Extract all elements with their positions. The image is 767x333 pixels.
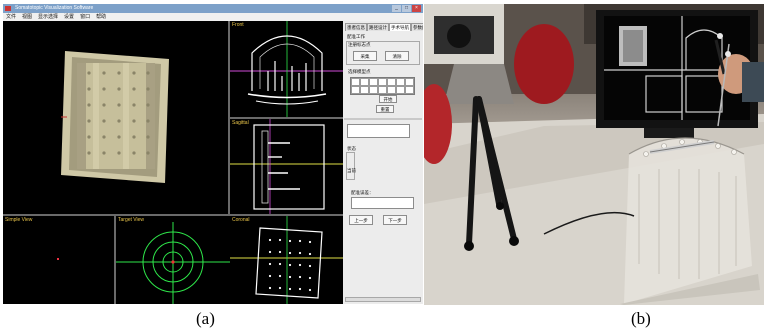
- tab-patient-info[interactable]: 患者信息: [345, 23, 367, 31]
- status-bar: [345, 297, 421, 302]
- lab-photo: [424, 4, 764, 305]
- view-label: Sagittal: [232, 120, 249, 126]
- tab-path-design[interactable]: 路径设计: [367, 23, 389, 31]
- coronal-view[interactable]: Coronal: [230, 216, 343, 304]
- prev-button[interactable]: 上一步: [349, 215, 373, 225]
- window-controls: _ □ ×: [392, 5, 421, 12]
- simple-view-render: [57, 258, 59, 260]
- app-icon: [5, 6, 11, 11]
- tab-surgical-navigation[interactable]: 手术导航: [389, 23, 411, 31]
- view-label: Target View: [118, 217, 145, 223]
- error-label: 配准误差：: [351, 190, 374, 195]
- photo-scene: [424, 4, 764, 305]
- tab-bar: 患者信息 路径设计 手术导航 参数配置: [345, 23, 423, 31]
- model-3d-view[interactable]: [3, 21, 228, 214]
- sagittal-view-render: [230, 119, 343, 214]
- control-panel: 患者信息 路径设计 手术导航 参数配置 配准工作 注册标志点 采集 清除 选择模…: [343, 21, 423, 304]
- group-label: 选择模型点: [348, 69, 371, 74]
- section-title: 配准工作: [347, 34, 365, 39]
- clear-button[interactable]: 清除: [385, 51, 409, 61]
- target-view[interactable]: Target View: [116, 216, 230, 304]
- caption-b: (b): [631, 309, 651, 328]
- error-field[interactable]: [351, 197, 414, 209]
- maximize-icon[interactable]: □: [402, 5, 411, 12]
- group-label: 注册标志点: [348, 42, 371, 47]
- reset-button[interactable]: 重置: [376, 105, 394, 113]
- current-label: 当前: [347, 168, 356, 173]
- close-icon[interactable]: ×: [412, 5, 421, 12]
- view-label: Front: [232, 22, 244, 28]
- status-indicator: [346, 152, 355, 180]
- view-label: Coronal: [232, 217, 250, 223]
- view-label: Simple View: [5, 217, 33, 223]
- window-titlebar: Somatotopic Visualization Software _ □ ×: [3, 4, 423, 13]
- tab-parameters[interactable]: 参数配置: [411, 23, 423, 31]
- panel-divider: [344, 118, 422, 120]
- sagittal-view[interactable]: Sagittal: [230, 119, 343, 214]
- menu-display[interactable]: 显示选择: [38, 13, 58, 21]
- status-display: [347, 124, 410, 138]
- acquire-button[interactable]: 采集: [353, 51, 377, 61]
- coronal-view-render: [230, 216, 343, 304]
- crosshair-icon: [116, 222, 230, 304]
- window-title: Somatotopic Visualization Software: [15, 5, 94, 11]
- menu-bar: 文件 视图 显示选择 设置 窗口 帮助: [3, 13, 423, 21]
- minimize-icon[interactable]: _: [392, 5, 401, 12]
- menu-window[interactable]: 窗口: [80, 13, 90, 21]
- menu-help[interactable]: 帮助: [96, 13, 106, 21]
- model-3d-render: [61, 51, 169, 183]
- menu-settings[interactable]: 设置: [64, 13, 74, 21]
- next-button[interactable]: 下一步: [383, 215, 407, 225]
- menu-view[interactable]: 视图: [22, 13, 32, 21]
- start-button[interactable]: 开始: [379, 95, 397, 103]
- caption-a: (a): [196, 309, 215, 328]
- front-view[interactable]: Front: [230, 21, 343, 117]
- menu-file[interactable]: 文件: [6, 13, 16, 21]
- model-point-grid[interactable]: [350, 77, 415, 95]
- software-window: Somatotopic Visualization Software _ □ ×…: [3, 4, 423, 304]
- front-view-render: [230, 21, 343, 117]
- simple-view[interactable]: Simple View: [3, 216, 114, 304]
